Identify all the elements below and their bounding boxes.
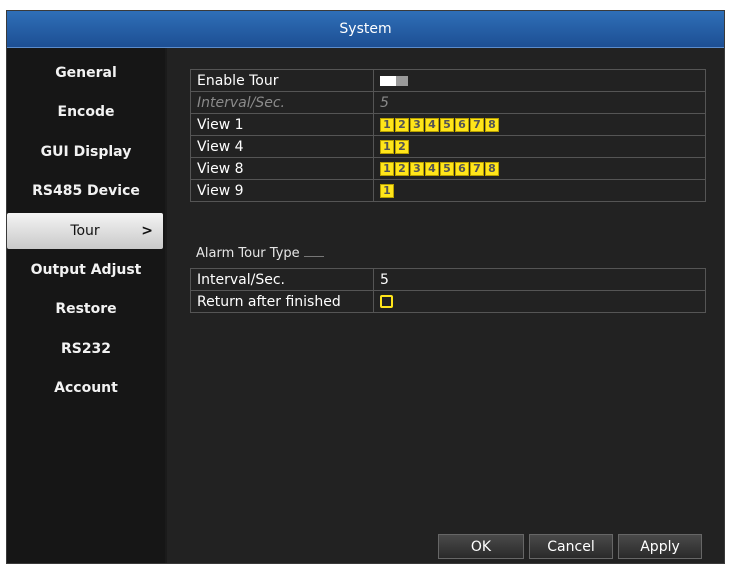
sidebar-item-encode[interactable]: Encode (7, 94, 165, 130)
sidebar-item-tour[interactable]: Tour > (7, 213, 163, 249)
sidebar-item-label: Tour (70, 223, 100, 239)
channel-chip[interactable]: 8 (485, 161, 499, 176)
channel-chip[interactable]: 8 (485, 117, 499, 132)
enable-tour-label: Enable Tour (190, 69, 374, 92)
chevron-right-icon: > (141, 223, 153, 239)
sidebar-item-account[interactable]: Account (7, 370, 165, 406)
view1-channels-cell: 1 2 3 4 5 6 7 8 (373, 113, 706, 136)
sidebar-item-label: RS232 (60, 341, 112, 357)
table-row: View 9 1 (190, 179, 706, 202)
sidebar-item-label: RS485 Device (32, 183, 140, 199)
channel-chip[interactable]: 2 (395, 139, 409, 154)
view4-channels-cell: 1 2 (373, 135, 706, 158)
channel-chip[interactable]: 6 (455, 117, 469, 132)
channel-chip[interactable]: 2 (395, 117, 409, 132)
channel-chip[interactable]: 1 (380, 117, 394, 132)
channel-chip[interactable]: 5 (440, 117, 454, 132)
table-row: Enable Tour (190, 69, 706, 92)
view9-label: View 9 (190, 179, 374, 202)
sidebar-item-label: Encode (57, 104, 115, 120)
return-after-finished-cell (373, 290, 706, 313)
return-after-finished-checkbox[interactable] (380, 295, 393, 308)
channel-chip[interactable]: 1 (380, 139, 394, 154)
channel-chip[interactable]: 4 (425, 161, 439, 176)
channel-chip[interactable]: 3 (410, 161, 424, 176)
channel-chip[interactable]: 7 (470, 117, 484, 132)
sidebar-item-label: General (55, 65, 117, 81)
sidebar-item-restore[interactable]: Restore (7, 291, 165, 327)
view8-channels-cell: 1 2 3 4 5 6 7 8 (373, 157, 706, 180)
sidebar-item-label: Account (54, 380, 118, 396)
alarm-interval-label: Interval/Sec. (190, 268, 374, 291)
alarm-tour-table: Interval/Sec. 5 Return after finished (190, 268, 706, 313)
table-row: Interval/Sec. 5 (190, 268, 706, 291)
main-panel: Enable Tour Interval/Sec. 5 View 1 1 2 3… (167, 48, 724, 563)
view1-label: View 1 (190, 113, 374, 136)
table-row: View 4 1 2 (190, 135, 706, 158)
table-row: Interval/Sec. 5 (190, 91, 706, 114)
window-title: System (339, 21, 392, 37)
sidebar-item-rs232[interactable]: RS232 (7, 331, 165, 367)
channel-chip[interactable]: 2 (395, 161, 409, 176)
window-title-bar: System (7, 11, 724, 48)
table-row: View 1 1 2 3 4 5 6 7 8 (190, 113, 706, 136)
view9-channels-cell: 1 (373, 179, 706, 202)
sidebar-item-general[interactable]: General (7, 55, 165, 91)
view4-label: View 4 (190, 135, 374, 158)
enable-tour-cell (373, 69, 706, 92)
channel-chip[interactable]: 1 (380, 183, 394, 198)
ok-button[interactable]: OK (438, 534, 524, 559)
alarm-interval-value[interactable]: 5 (373, 268, 706, 291)
channel-chip[interactable]: 1 (380, 161, 394, 176)
channel-chip[interactable]: 4 (425, 117, 439, 132)
cancel-button[interactable]: Cancel (529, 534, 613, 559)
sidebar-item-label: GUI Display (40, 144, 132, 160)
system-window: System General Encode GUI Display RS485 … (6, 10, 725, 564)
sidebar: General Encode GUI Display RS485 Device … (7, 48, 165, 563)
channel-chip[interactable]: 5 (440, 161, 454, 176)
enable-tour-toggle[interactable] (380, 75, 408, 86)
tour-settings-table: Enable Tour Interval/Sec. 5 View 1 1 2 3… (190, 69, 706, 202)
interval-value[interactable]: 5 (373, 91, 706, 114)
channel-chip[interactable]: 3 (410, 117, 424, 132)
sidebar-item-label: Output Adjust (30, 262, 142, 278)
channel-chip[interactable]: 7 (470, 161, 484, 176)
alarm-tour-section-title: Alarm Tour Type (196, 246, 324, 261)
interval-label: Interval/Sec. (190, 91, 374, 114)
table-row: Return after finished (190, 290, 706, 313)
channel-chip[interactable]: 6 (455, 161, 469, 176)
apply-button[interactable]: Apply (618, 534, 702, 559)
sidebar-item-label: Restore (55, 301, 117, 317)
sidebar-item-gui-display[interactable]: GUI Display (7, 134, 165, 170)
table-row: View 8 1 2 3 4 5 6 7 8 (190, 157, 706, 180)
view8-label: View 8 (190, 157, 374, 180)
sidebar-item-output-adjust[interactable]: Output Adjust (7, 252, 165, 288)
sidebar-item-rs485-device[interactable]: RS485 Device (7, 173, 165, 209)
return-after-finished-label: Return after finished (190, 290, 374, 313)
